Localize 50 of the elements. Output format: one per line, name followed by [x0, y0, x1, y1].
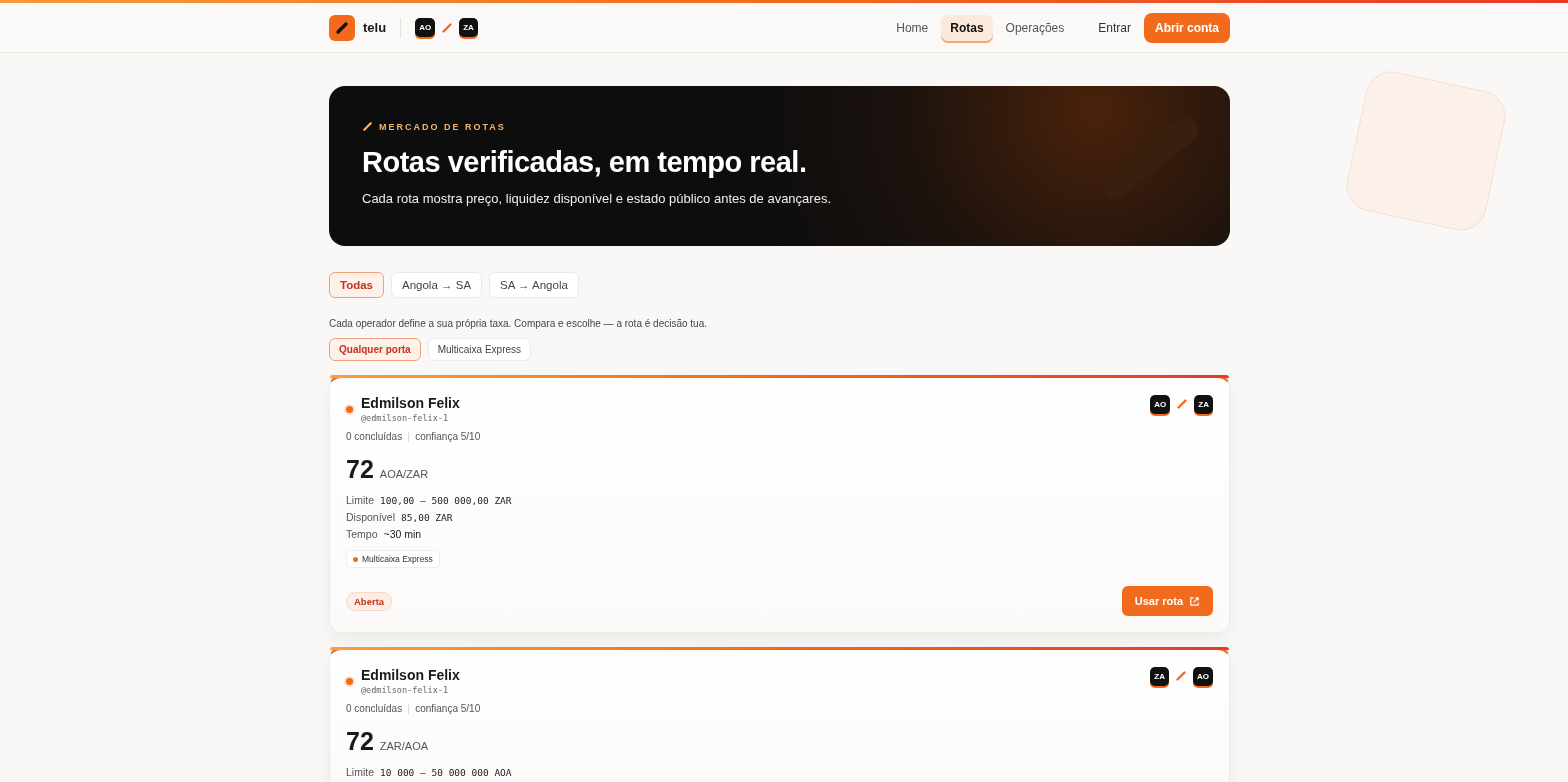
logo-icon: [329, 14, 355, 41]
detail-value: 100,00 – 500 000,00 ZAR: [380, 495, 512, 506]
hero-eyebrow: MERCADO DE ROTAS: [379, 121, 506, 132]
info-note: Cada operador define a sua própria taxa. Compara e escolhe — a rota é decisão tua.: [329, 318, 708, 329]
operator-name: Edmilson Felix: [361, 395, 460, 411]
status-badge: Aberta: [346, 591, 393, 611]
brand-name: telu: [363, 20, 387, 35]
operator-handle: @edmilson-felix-1: [361, 413, 449, 423]
route-icon: [1175, 670, 1187, 682]
direction-tab[interactable]: Angola → SA: [391, 272, 483, 298]
payment-method-tag: Multicaixa Express: [346, 550, 440, 568]
port-filter[interactable]: Multicaixa Express: [427, 338, 532, 361]
external-link-icon: [1189, 595, 1200, 607]
completed-count: 0 concluídas: [346, 703, 403, 714]
currency-code: AO: [1193, 666, 1213, 686]
login-link[interactable]: Entrar: [1089, 14, 1140, 41]
completed-count: 0 concluídas: [346, 431, 403, 442]
detail-value: 10 000 – 50 000 000 AOA: [380, 767, 512, 778]
port-filter[interactable]: Qualquer porta: [329, 338, 421, 361]
detail-label: Limite: [346, 766, 374, 778]
hero-subtitle: Cada rota mostra preço, liquidez disponível e estado público antes de avançares.: [362, 191, 832, 206]
status-dot: [346, 678, 353, 685]
status-dot: [346, 406, 353, 413]
hero-title: Rotas verificadas, em tempo real.: [362, 146, 808, 179]
currency-code: ZA: [1150, 666, 1169, 686]
rate-unit: ZAR/AOA: [379, 740, 429, 752]
detail-value: 85,00 ZAR: [401, 512, 453, 523]
operator-handle: @edmilson-felix-1: [361, 685, 449, 695]
detail-label: Limite: [346, 494, 374, 506]
route-icon: [362, 121, 373, 132]
trust-score: confiança 5/10: [415, 703, 481, 714]
direction-tab[interactable]: Todas: [329, 272, 384, 298]
route-icon: [441, 21, 454, 34]
trust-score: confiança 5/10: [415, 431, 481, 442]
detail-value: ~30 min: [383, 528, 422, 540]
route-icon: [1176, 398, 1189, 410]
rate-value: 72: [346, 727, 374, 756]
rate-value: 72: [346, 455, 374, 484]
currency-code: ZA: [1194, 394, 1213, 414]
currency-code: AO: [1150, 394, 1171, 414]
currency-code: ZA: [459, 18, 478, 37]
nav-link[interactable]: Rotas: [941, 14, 993, 41]
nav-link[interactable]: Operações: [996, 14, 1074, 41]
operator-name: Edmilson Felix: [361, 667, 460, 683]
direction-tab[interactable]: SA → Angola: [489, 272, 579, 298]
rate-unit: AOA/ZAR: [379, 468, 429, 480]
currency-code: AO: [415, 18, 436, 37]
detail-label: Disponível: [346, 511, 396, 523]
detail-label: Tempo: [346, 528, 378, 540]
nav-link[interactable]: Home: [887, 14, 938, 41]
